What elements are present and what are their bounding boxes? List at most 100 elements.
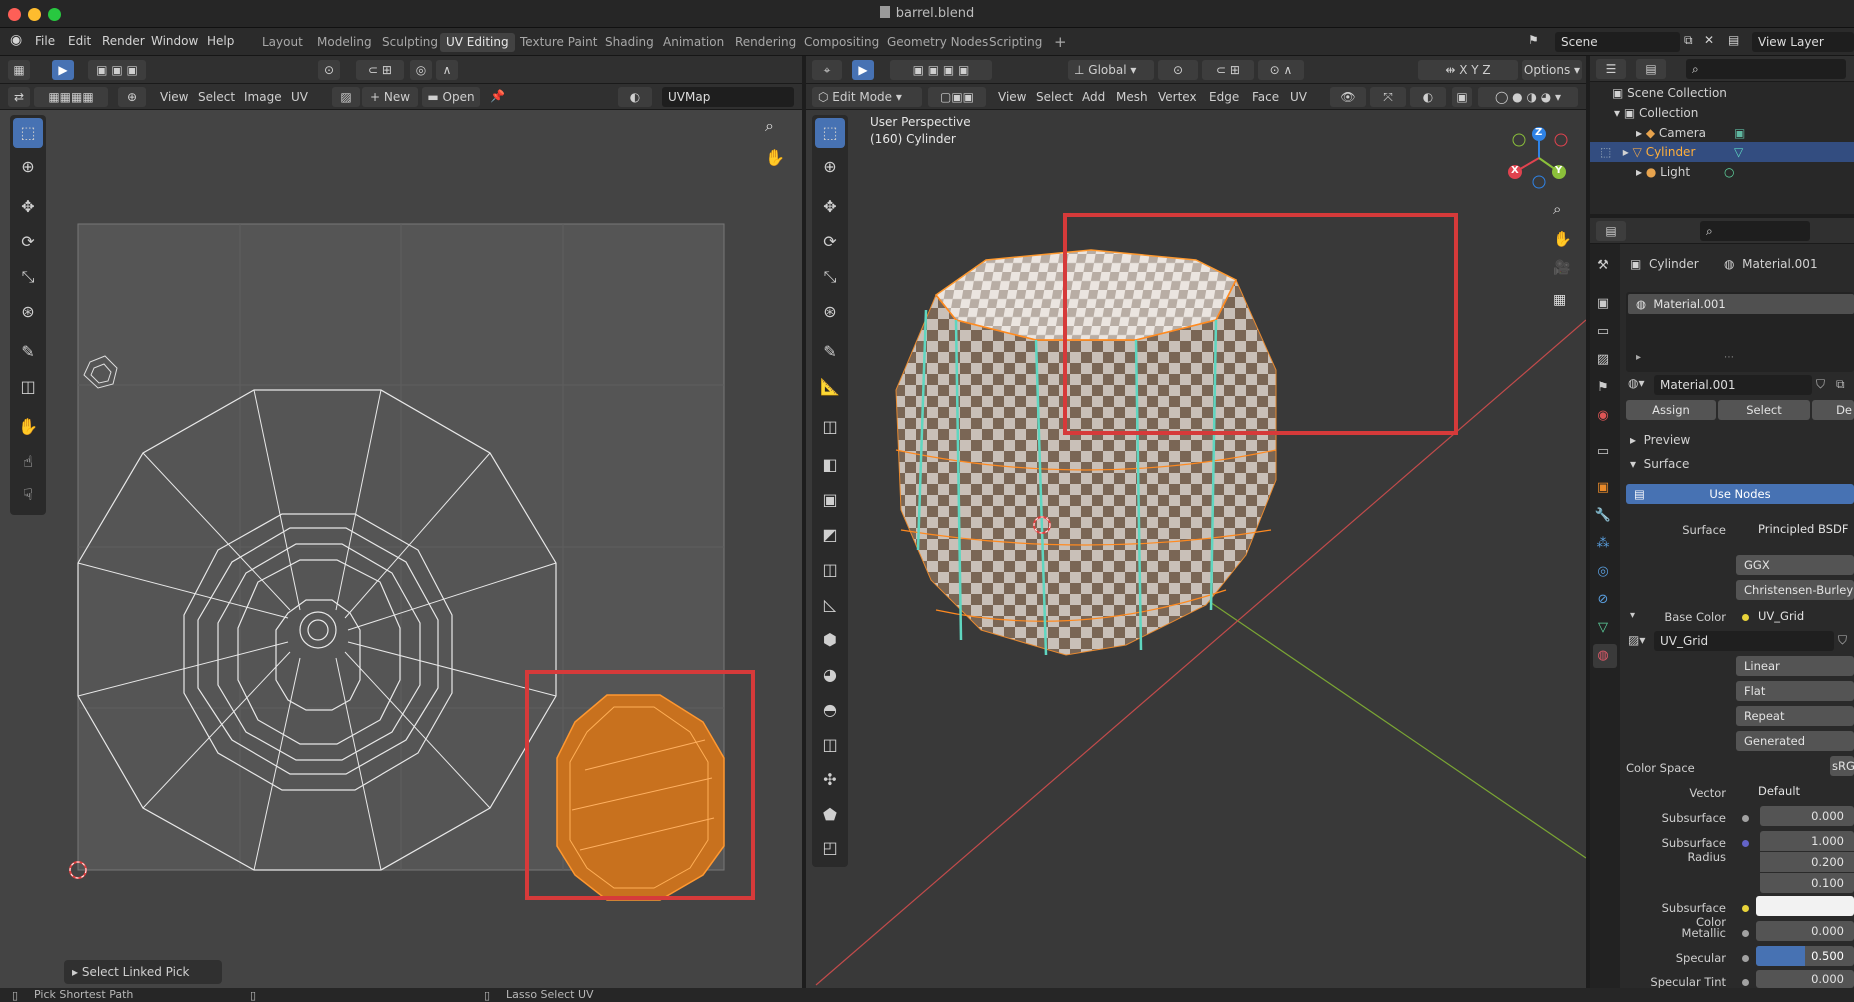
outliner-item-cylinder[interactable]: ⬚ ▸ ▽ Cylinder ▽ bbox=[1600, 145, 1854, 159]
viewport-menu-face[interactable]: Face bbox=[1252, 90, 1279, 104]
color-space-dropdown[interactable]: sRGB bbox=[1830, 756, 1854, 776]
base-color-expand-icon[interactable]: ▾ bbox=[1630, 610, 1635, 621]
scene-icon[interactable]: ⚑ bbox=[1528, 33, 1539, 47]
gizmo-icon[interactable]: ⤧ bbox=[1370, 87, 1406, 107]
distribution-dropdown[interactable]: GGX bbox=[1736, 555, 1854, 575]
image-fake-user-icon[interactable]: ⛉ bbox=[1838, 633, 1847, 648]
operator-panel[interactable]: ▸ Select Linked Pick bbox=[64, 960, 222, 984]
navigation-gizmo[interactable]: Z X Y bbox=[1505, 124, 1573, 192]
mesh-select-mode-icons[interactable]: ▢▣▣ bbox=[928, 87, 986, 107]
render-tab-icon[interactable]: ▣ bbox=[1593, 294, 1613, 314]
data-tab-icon[interactable]: ▽ bbox=[1593, 618, 1613, 638]
subsurface-radius-z[interactable]: 0.100 bbox=[1760, 873, 1854, 893]
overlay-icon[interactable]: ◐ bbox=[1410, 87, 1446, 107]
modifier-tab-icon[interactable]: 🔧 bbox=[1593, 506, 1613, 526]
viewport-menu-uv[interactable]: UV bbox=[1290, 90, 1307, 104]
menu-help[interactable]: Help bbox=[207, 34, 234, 48]
tab-animation[interactable]: Animation bbox=[657, 33, 730, 52]
viewport-zoom-icon[interactable]: ⌕ bbox=[1553, 200, 1561, 218]
scene-collection-row[interactable]: ▣ Scene Collection bbox=[1612, 86, 1727, 100]
pivot-point-icon[interactable]: ⊙ bbox=[1158, 60, 1198, 80]
surface-shader-field[interactable]: Principled BSDF bbox=[1736, 519, 1854, 539]
slot-resize-handle[interactable]: ⋯ bbox=[1724, 352, 1734, 363]
viewport-editor-type-icon[interactable]: ⌖ bbox=[812, 60, 842, 80]
subsurface-color-swatch[interactable] bbox=[1756, 896, 1854, 916]
tab-texture-paint[interactable]: Texture Paint bbox=[514, 33, 603, 52]
physics-tab-icon[interactable]: ◎ bbox=[1593, 562, 1613, 582]
image-browse-icon[interactable]: ▨ bbox=[332, 87, 360, 107]
subsurface-method-dropdown[interactable]: Christensen-Burley bbox=[1736, 580, 1854, 600]
viewport-options-dropdown[interactable]: Options ▾ bbox=[1522, 60, 1582, 80]
constraints-tab-icon[interactable]: ⊘ bbox=[1593, 590, 1613, 610]
outliner-item-light[interactable]: ▸ ● Light ○ bbox=[1636, 165, 1854, 179]
output-tab-icon[interactable]: ▭ bbox=[1593, 322, 1613, 342]
deselect-button[interactable]: De bbox=[1812, 400, 1854, 420]
viewport-menu-select[interactable]: Select bbox=[1036, 90, 1073, 104]
material-name-field[interactable]: Material.001 bbox=[1654, 375, 1812, 395]
pivot-icon[interactable]: ⊙ bbox=[318, 60, 340, 80]
xray-icon[interactable]: ▣ bbox=[1452, 87, 1472, 107]
slot-expand-icon[interactable]: ▸ bbox=[1636, 352, 1641, 363]
base-color-field[interactable]: UV_Grid bbox=[1736, 606, 1854, 626]
menu-window[interactable]: Window bbox=[151, 34, 198, 48]
tab-layout[interactable]: Layout bbox=[256, 33, 309, 52]
menu-edit[interactable]: Edit bbox=[68, 34, 91, 48]
duplicate-material-icon[interactable]: ⧉ bbox=[1836, 377, 1845, 392]
view-layer-field[interactable]: View Layer bbox=[1752, 32, 1854, 52]
metallic-value[interactable]: 0.000 bbox=[1756, 921, 1854, 941]
tab-sculpting[interactable]: Sculpting bbox=[376, 33, 444, 52]
scene-field[interactable]: Scene bbox=[1555, 32, 1680, 52]
tab-rendering[interactable]: Rendering bbox=[729, 33, 802, 52]
uvmap-field[interactable]: UVMap bbox=[662, 87, 794, 107]
select-mode-icons[interactable]: ▣ ▣ ▣ bbox=[88, 60, 146, 80]
visibility-icon[interactable]: 👁 bbox=[1330, 87, 1366, 107]
view-layer-tab-icon[interactable]: ▨ bbox=[1593, 350, 1613, 370]
proportional-edit-icon[interactable]: ◎ bbox=[410, 60, 432, 80]
tab-scripting[interactable]: Scripting bbox=[983, 33, 1048, 52]
viewport-menu-mesh[interactable]: Mesh bbox=[1116, 90, 1148, 104]
viewport-menu-vertex[interactable]: Vertex bbox=[1158, 90, 1197, 104]
image-browse-prop-icon[interactable]: ▨▾ bbox=[1628, 633, 1645, 647]
collection-row[interactable]: ▾ ▣ Collection bbox=[1614, 106, 1698, 120]
tab-geometry-nodes[interactable]: Geometry Nodes bbox=[881, 33, 994, 52]
properties-search-input[interactable]: ⌕ bbox=[1700, 221, 1810, 241]
new-scene-icon[interactable]: ⧉ bbox=[1684, 33, 1693, 48]
falloff-icon[interactable]: ∧ bbox=[436, 60, 458, 80]
uv-menu-view[interactable]: View bbox=[160, 90, 188, 104]
specular-tint-value[interactable]: 0.000 bbox=[1756, 970, 1854, 988]
uv-menu-uv[interactable]: UV bbox=[291, 90, 308, 104]
viewport-pan-icon[interactable]: ✋ bbox=[1553, 230, 1572, 248]
viewport-select-tool-icon[interactable]: ▶ bbox=[852, 60, 874, 80]
viewport-snap-icon[interactable]: ⊂ ⊞ bbox=[1202, 60, 1254, 80]
mirror-xyz-icons[interactable]: ⇹ X Y Z bbox=[1418, 60, 1518, 80]
material-slot-item[interactable]: ◍ Material.001 bbox=[1628, 294, 1854, 314]
use-nodes-button[interactable]: ▤ Use Nodes bbox=[1626, 484, 1854, 504]
viewport-proportional-icon[interactable]: ⊙ ∧ bbox=[1258, 60, 1304, 80]
tab-modeling[interactable]: Modeling bbox=[311, 33, 378, 52]
subsurface-radius-y[interactable]: 0.200 bbox=[1760, 852, 1854, 872]
world-tab-icon[interactable]: ◉ bbox=[1593, 406, 1613, 426]
preview-panel-header[interactable]: ▸ Preview bbox=[1630, 433, 1690, 447]
pin-icon[interactable]: 📌 bbox=[490, 89, 505, 103]
properties-type-icon[interactable]: ▤ bbox=[1596, 221, 1626, 241]
outliner-type-icon[interactable]: ☰ bbox=[1596, 59, 1626, 79]
source-dropdown[interactable]: Generated bbox=[1736, 731, 1854, 751]
image-name-field[interactable]: UV_Grid bbox=[1654, 631, 1834, 651]
sticky-select-icon[interactable]: ⊕ bbox=[118, 87, 146, 107]
viewport-menu-edge[interactable]: Edge bbox=[1209, 90, 1239, 104]
uv-sync-icon[interactable]: ⇄ bbox=[8, 87, 30, 107]
particles-tab-icon[interactable]: ⁂ bbox=[1593, 534, 1613, 554]
snap-icon[interactable]: ⊂ ⊞ bbox=[356, 60, 404, 80]
tab-shading[interactable]: Shading bbox=[599, 33, 660, 52]
perspective-toggle-icon[interactable]: ▦ bbox=[1553, 292, 1566, 308]
outliner-item-camera[interactable]: ▸ ◆ Camera ▣ bbox=[1636, 126, 1854, 140]
viewport-select-mode-icons[interactable]: ▣ ▣ ▣ ▣ bbox=[890, 60, 992, 80]
add-workspace-icon[interactable]: + bbox=[1048, 33, 1073, 52]
material-browse-icon[interactable]: ◍▾ bbox=[1628, 376, 1645, 390]
view-layer-icon[interactable]: ▤ bbox=[1728, 33, 1739, 47]
outliner-search-input[interactable]: ⌕ bbox=[1686, 59, 1846, 79]
scene-tab-icon[interactable]: ⚑ bbox=[1593, 378, 1613, 398]
extension-dropdown[interactable]: Repeat bbox=[1736, 706, 1854, 726]
tab-compositing[interactable]: Compositing bbox=[798, 33, 885, 52]
menu-file[interactable]: File bbox=[35, 34, 55, 48]
